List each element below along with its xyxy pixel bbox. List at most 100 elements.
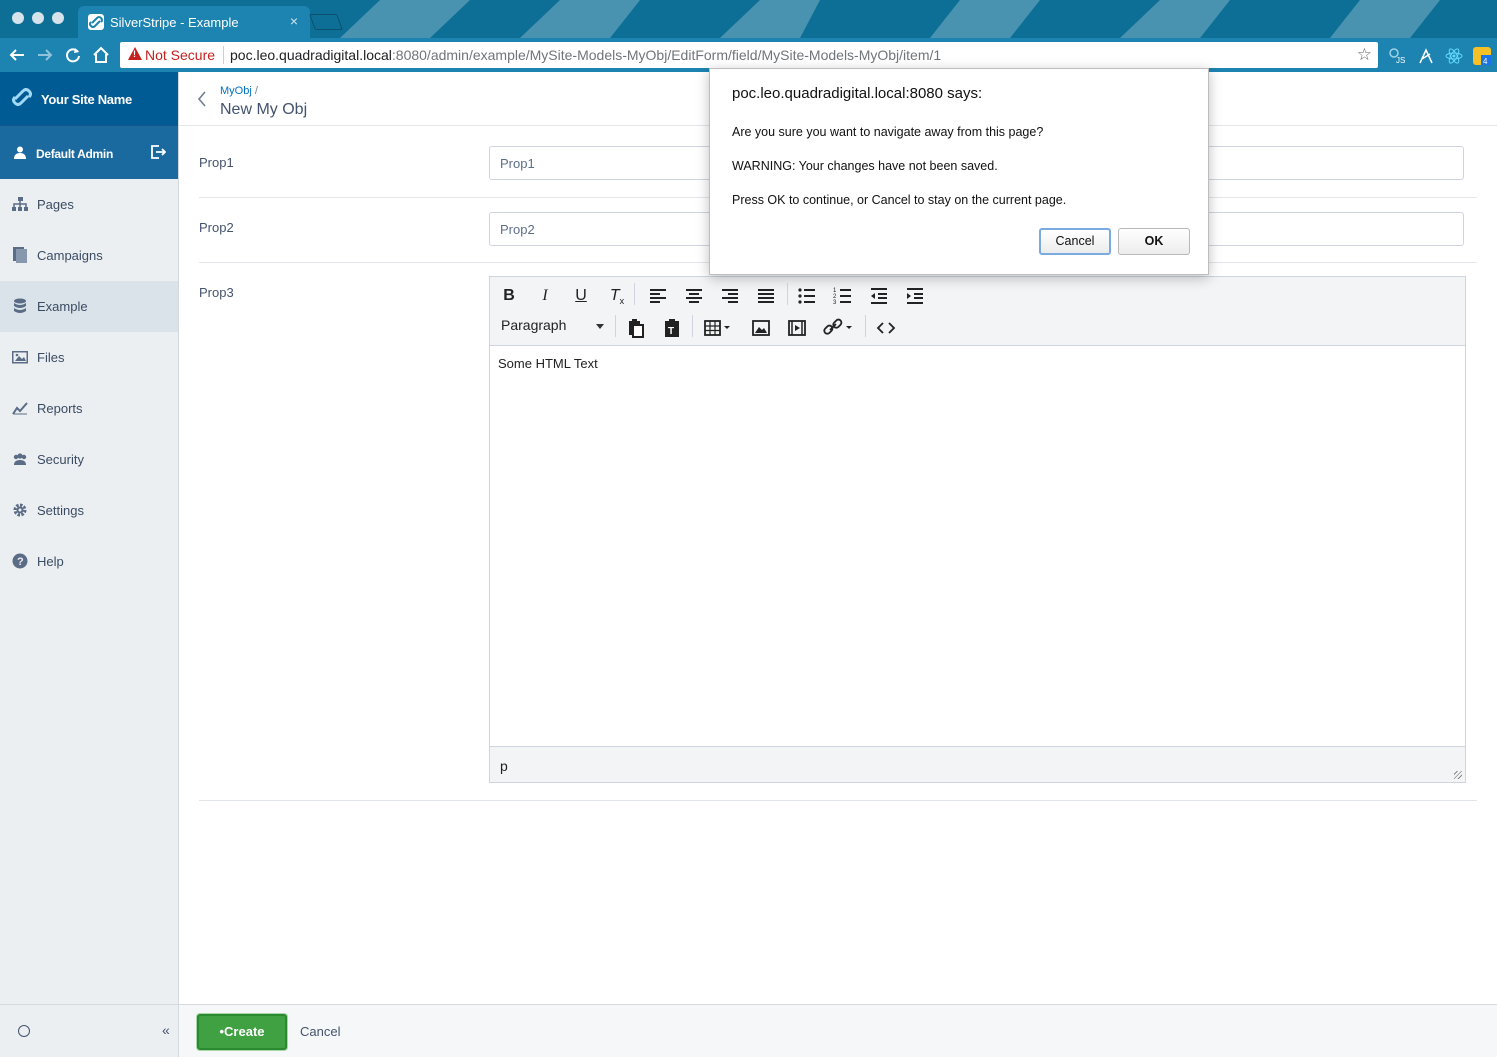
vector-extension-icon[interactable]	[1417, 47, 1435, 65]
align-justify-icon[interactable]	[754, 284, 778, 308]
menu-item-files[interactable]: Files	[0, 332, 178, 383]
warning-icon	[128, 47, 142, 60]
cms-menu: Your Site Name Default Admin Pages Campa…	[0, 72, 179, 1057]
chevron-down-icon[interactable]	[596, 324, 604, 329]
toolbar-separator	[865, 315, 866, 337]
dialog-instruction-line: Press OK to continue, or Cancel to stay …	[732, 193, 1067, 207]
back-chevron-icon[interactable]	[197, 90, 207, 108]
toolbar-separator	[615, 315, 616, 337]
svg-text:?: ?	[17, 556, 24, 568]
menu-label: Settings	[37, 503, 84, 518]
user-icon	[14, 146, 26, 159]
back-arrow-icon[interactable]	[6, 44, 28, 66]
prop2-label: Prop2	[199, 220, 234, 235]
form-actions: •Create Cancel	[179, 1004, 1497, 1057]
menu-item-example[interactable]: Example	[0, 281, 178, 332]
bullet-list-icon[interactable]	[795, 284, 819, 308]
link-icon[interactable]	[821, 316, 857, 340]
underline-icon[interactable]: U	[569, 284, 593, 308]
page-title: New My Obj	[220, 101, 308, 118]
breadcrumb-link[interactable]: MyObj	[220, 85, 252, 97]
menu-label: Reports	[37, 401, 83, 416]
file-icon	[13, 247, 27, 263]
breadcrumb-separator: /	[254, 85, 258, 97]
menu-label: Security	[37, 452, 84, 467]
breadcrumb: MyObj /	[220, 85, 258, 97]
resize-handle-icon[interactable]	[1454, 771, 1462, 779]
numbered-list-icon[interactable]: 123	[831, 284, 855, 308]
menu-item-reports[interactable]: Reports	[0, 383, 178, 434]
toolbar-separator	[787, 283, 788, 305]
indent-icon[interactable]	[903, 284, 927, 308]
help-icon: ?	[12, 553, 28, 569]
status-circle-icon	[18, 1025, 30, 1037]
window-minimize-button[interactable]	[32, 12, 44, 24]
url-path: :8080/admin/example/MySite-Models-MyObj/…	[391, 47, 942, 63]
menu-item-settings[interactable]: Settings	[0, 485, 178, 536]
bold-icon[interactable]: B	[497, 284, 521, 308]
react-extension-icon[interactable]	[1445, 47, 1463, 65]
align-center-icon[interactable]	[682, 284, 706, 308]
database-icon	[14, 298, 26, 313]
tab-close-icon[interactable]: ×	[290, 13, 298, 29]
site-name: Your Site Name	[41, 92, 132, 107]
new-tab-button[interactable]	[309, 14, 343, 30]
svg-text:JS: JS	[1396, 56, 1405, 65]
window-close-button[interactable]	[12, 12, 24, 24]
user-name[interactable]: Default Admin	[36, 147, 113, 161]
bookmark-star-icon[interactable]: ☆	[1357, 45, 1372, 65]
table-icon[interactable]	[702, 316, 736, 340]
browser-tab-strip: SilverStripe - Example ×	[0, 0, 1497, 38]
site-brand[interactable]: Your Site Name	[0, 72, 178, 125]
user-profile-bar[interactable]: Default Admin	[0, 125, 178, 179]
menu-item-pages[interactable]: Pages	[0, 179, 178, 230]
reload-icon[interactable]	[62, 44, 84, 66]
gear-icon	[13, 503, 27, 517]
dialog-cancel-button[interactable]: Cancel	[1039, 228, 1111, 255]
menu-item-security[interactable]: Security	[0, 434, 178, 485]
prop1-label: Prop1	[199, 155, 234, 170]
editor-content-area[interactable]: Some HTML Text	[490, 346, 1465, 746]
clear-formatting-icon[interactable]: Tx	[605, 284, 629, 308]
svg-text:T: T	[668, 326, 674, 337]
outdent-icon[interactable]	[867, 284, 891, 308]
html-editor: B I U Tx 123 Paragraph T Some HTML Text …	[489, 276, 1466, 783]
dialog-warning-line: WARNING: Your changes have not been save…	[732, 159, 998, 173]
menu-item-campaigns[interactable]: Campaigns	[0, 230, 178, 281]
element-path[interactable]: p	[500, 758, 508, 774]
align-left-icon[interactable]	[646, 284, 670, 308]
menu-item-help[interactable]: ? Help	[0, 536, 178, 587]
dialog-ok-button[interactable]: OK	[1118, 228, 1190, 255]
sidebar-footer: «	[0, 1004, 179, 1057]
menu-label: Example	[37, 299, 88, 314]
editor-toolbar: B I U Tx 123 Paragraph T	[490, 277, 1465, 346]
editor-paragraph[interactable]: Some HTML Text	[498, 356, 1457, 371]
address-bar[interactable]: Not Secure poc.leo.quadradigital.local:8…	[120, 42, 1378, 68]
url-divider	[223, 46, 224, 64]
collapse-menu-icon[interactable]: «	[162, 1022, 170, 1038]
toolbar-separator	[692, 315, 693, 337]
insert-media-icon[interactable]	[785, 316, 809, 340]
forward-arrow-icon[interactable]	[34, 44, 56, 66]
create-button[interactable]: •Create	[197, 1014, 287, 1050]
paste-icon[interactable]	[624, 316, 648, 340]
image-icon	[12, 351, 28, 364]
paste-text-icon[interactable]: T	[660, 316, 684, 340]
home-icon[interactable]	[90, 44, 112, 66]
align-right-icon[interactable]	[718, 284, 742, 308]
italic-icon[interactable]: I	[533, 284, 557, 308]
badge-extension-icon[interactable]: 4	[1473, 47, 1491, 66]
insert-image-icon[interactable]	[749, 316, 773, 340]
sitemap-icon	[12, 197, 28, 211]
logout-icon[interactable]	[150, 144, 166, 160]
source-code-icon[interactable]	[874, 316, 898, 340]
confirm-dialog: poc.leo.quadradigital.local:8080 says: A…	[709, 68, 1209, 275]
cancel-link[interactable]: Cancel	[300, 1024, 340, 1039]
prop3-label: Prop3	[199, 285, 234, 300]
url-host: poc.leo.quadradigital.local	[230, 47, 392, 63]
js-extension-icon[interactable]: JS	[1388, 47, 1406, 65]
window-zoom-button[interactable]	[52, 12, 64, 24]
silverstripe-favicon-icon	[88, 14, 104, 30]
block-format-select[interactable]: Paragraph	[501, 317, 566, 333]
browser-tab[interactable]: SilverStripe - Example ×	[78, 6, 310, 38]
